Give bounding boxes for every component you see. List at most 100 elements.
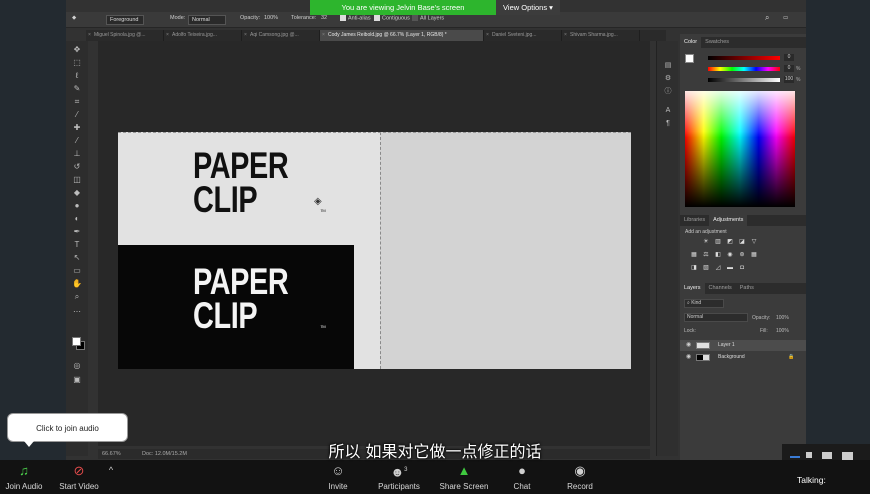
properties-icon[interactable]: ⚙ <box>663 74 673 84</box>
layer-filter-select[interactable]: ⌕ Kind <box>684 299 724 308</box>
color-spectrum[interactable] <box>685 91 795 207</box>
quick-mask-icon[interactable]: ◎ <box>72 361 82 371</box>
brightness-slider[interactable] <box>708 78 780 82</box>
eyedropper-tool-icon[interactable]: ⁄ <box>72 110 82 120</box>
tab-paths[interactable]: Paths <box>736 283 758 294</box>
start-video-button[interactable]: ⊘ Start Video <box>56 460 102 494</box>
join-audio-button[interactable]: ♫ Join Audio <box>4 460 44 494</box>
info-icon[interactable]: ⓘ <box>663 87 673 97</box>
dodge-tool-icon[interactable]: ◐ <box>72 214 82 224</box>
close-icon[interactable]: × <box>244 30 247 41</box>
curves-icon[interactable]: ◩ <box>726 239 734 246</box>
close-icon[interactable]: × <box>322 30 325 41</box>
red-value[interactable]: 0 <box>784 54 794 61</box>
brightness-icon[interactable]: ☀ <box>702 239 710 246</box>
type-tool-icon[interactable]: T <box>72 240 82 250</box>
hue-slider[interactable] <box>708 67 780 71</box>
selective-color-icon[interactable]: ◘ <box>738 265 746 272</box>
history-icon[interactable]: ▤ <box>663 61 673 71</box>
paint-bucket-tool-icon[interactable]: ◆ <box>72 15 76 21</box>
shape-tool-icon[interactable]: ▭ <box>72 266 82 276</box>
view-options-button[interactable]: View Options ▾ <box>496 0 560 15</box>
close-icon[interactable]: × <box>166 30 169 41</box>
tab-swatches[interactable]: Swatches <box>701 37 733 48</box>
paragraph-icon[interactable]: ¶ <box>663 119 673 129</box>
opacity-value[interactable]: 100% <box>776 315 789 321</box>
character-icon[interactable]: A <box>663 106 673 116</box>
foreground-color-swatch[interactable] <box>72 337 81 346</box>
tab-channels[interactable]: Channels <box>705 283 736 294</box>
brightness-value[interactable]: 100 <box>784 76 794 83</box>
threshold-icon[interactable]: ◿ <box>714 265 722 272</box>
zoom-tool-icon[interactable]: ⌕ <box>72 292 82 302</box>
doc-tab[interactable]: × Adolfo Teixeira.jpg... <box>164 30 242 41</box>
healing-tool-icon[interactable]: ✚ <box>72 123 82 133</box>
tab-layers[interactable]: Layers <box>680 283 705 294</box>
record-button[interactable]: ◉ Record <box>562 460 598 494</box>
canvas-area[interactable]: PAPER CLIP TM PAPER CLIP TM ◈ <box>98 41 650 446</box>
posterize-icon[interactable]: ▧ <box>702 265 710 272</box>
brush-tool-icon[interactable]: ⁄ <box>72 136 82 146</box>
path-select-icon[interactable]: ↖ <box>72 253 82 263</box>
doc-tab[interactable]: × Daniel Sveteni.jpg... <box>484 30 562 41</box>
contiguous-checkbox[interactable]: Contiguous <box>374 15 410 21</box>
more-tools-icon[interactable]: ⋯ <box>72 307 82 317</box>
fill-source-select[interactable]: Foreground <box>106 15 144 25</box>
color-panel-foreground-swatch[interactable] <box>685 54 694 63</box>
close-icon[interactable]: × <box>564 30 567 41</box>
tolerance-value[interactable]: 32 <box>321 15 327 21</box>
gradient-map-icon[interactable]: ▬ <box>726 265 734 272</box>
invert-icon[interactable]: ◨ <box>690 265 698 272</box>
blur-tool-icon[interactable]: ● <box>72 201 82 211</box>
vibrance-icon[interactable]: ▽ <box>750 239 758 246</box>
history-brush-icon[interactable]: ↺ <box>72 162 82 172</box>
all-layers-checkbox[interactable]: All Layers <box>412 15 444 21</box>
lasso-tool-icon[interactable]: ℓ <box>72 71 82 81</box>
chat-button[interactable]: ● Chat <box>508 460 536 494</box>
video-options-caret[interactable]: ^ <box>104 460 118 494</box>
anti-alias-checkbox[interactable]: Anti-alias <box>340 15 371 21</box>
exposure-icon[interactable]: ◪ <box>738 239 746 246</box>
eraser-tool-icon[interactable]: ◫ <box>72 175 82 185</box>
blend-mode-select[interactable]: Normal <box>684 313 748 322</box>
move-tool-icon[interactable]: ✥ <box>72 45 82 55</box>
layer-row[interactable]: ◉ Layer 1 <box>680 340 806 351</box>
tab-adjustments[interactable]: Adjustments <box>709 215 748 226</box>
doc-tab[interactable]: × Miguel Spinola.jpg @... <box>86 30 164 41</box>
saturation-value[interactable]: 0 <box>784 65 794 72</box>
levels-icon[interactable]: ▥ <box>714 239 722 246</box>
invite-button[interactable]: ☺ Invite <box>322 460 354 494</box>
pen-tool-icon[interactable]: ✒ <box>72 227 82 237</box>
visibility-eye-icon[interactable]: ◉ <box>686 352 691 363</box>
workspace-icon[interactable]: ▭ <box>783 15 788 21</box>
close-icon[interactable]: × <box>88 30 91 41</box>
doc-tab[interactable]: × Shivam Sharma.jpg... <box>562 30 640 41</box>
hand-tool-icon[interactable]: ✋ <box>72 279 82 289</box>
channel-mixer-icon[interactable]: ⊛ <box>738 252 746 259</box>
share-screen-button[interactable]: ▲ Share Screen <box>436 460 492 494</box>
marquee-tool-icon[interactable]: ⬚ <box>72 58 82 68</box>
mode-select[interactable]: Normal <box>188 15 226 25</box>
close-icon[interactable]: × <box>486 30 489 41</box>
photo-filter-icon[interactable]: ◉ <box>726 252 734 259</box>
color-balance-icon[interactable]: ⚖ <box>702 252 710 259</box>
color-lookup-icon[interactable]: ▦ <box>750 252 758 259</box>
layer-row[interactable]: ◉ Background 🔒 <box>680 352 806 363</box>
fill-value[interactable]: 100% <box>776 328 789 334</box>
red-slider[interactable] <box>708 56 780 60</box>
quick-select-tool-icon[interactable]: ✎ <box>72 84 82 94</box>
tab-libraries[interactable]: Libraries <box>680 215 709 226</box>
opacity-value[interactable]: 100% <box>264 15 278 21</box>
stamp-tool-icon[interactable]: ⊥ <box>72 149 82 159</box>
paint-bucket-icon[interactable]: ◆ <box>72 188 82 198</box>
participants-button[interactable]: ☻3 Participants <box>374 460 424 494</box>
screen-mode-icon[interactable]: ▣ <box>72 375 82 385</box>
doc-tab-active[interactable]: × Cody James Reibold.jpg @ 66.7% (Layer 1… <box>320 30 484 41</box>
visibility-eye-icon[interactable]: ◉ <box>686 340 691 351</box>
hue-sat-icon[interactable]: ▦ <box>690 252 698 259</box>
bw-icon[interactable]: ◧ <box>714 252 722 259</box>
tab-color[interactable]: Color <box>680 37 702 48</box>
search-icon[interactable]: ⌕ <box>765 13 769 23</box>
doc-tab[interactable]: × Aqi Camsong.jpg @... <box>242 30 320 41</box>
crop-tool-icon[interactable]: ⌗ <box>72 97 82 107</box>
